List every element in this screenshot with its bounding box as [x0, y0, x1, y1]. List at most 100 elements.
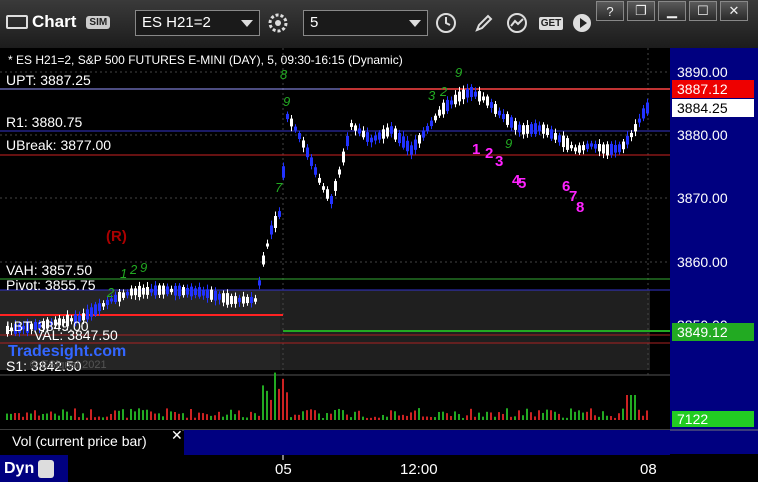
- volume-bar: [514, 416, 516, 420]
- maximize-window-button[interactable]: ☐: [689, 1, 717, 21]
- play-button[interactable]: [568, 10, 596, 36]
- volume-bar: [94, 417, 96, 420]
- volume-bar: [182, 413, 184, 420]
- link-window-button[interactable]: ?: [596, 1, 624, 21]
- volume-bar: [402, 414, 404, 420]
- volume-bar: [622, 408, 624, 420]
- volume-bar: [234, 414, 236, 420]
- candle-body: [174, 285, 177, 296]
- volume-bar: [574, 411, 576, 420]
- candle-body: [170, 288, 173, 293]
- volume-bar: [206, 414, 208, 420]
- volume-bar: [238, 410, 240, 420]
- candle-body: [614, 144, 617, 153]
- candle-body: [630, 132, 633, 138]
- candle-body: [426, 126, 429, 132]
- volume-tag-label: 7122: [677, 411, 708, 427]
- candle-body: [506, 114, 509, 125]
- candle-body: [402, 136, 405, 148]
- volume-bar: [322, 417, 324, 420]
- volume-bar: [218, 411, 220, 420]
- candle-body: [558, 135, 561, 143]
- volume-bar: [614, 417, 616, 420]
- volume-bar: [534, 416, 536, 420]
- candle-body: [262, 255, 265, 265]
- candle-body: [566, 138, 569, 150]
- volume-bar: [134, 411, 136, 420]
- volume-bar: [54, 413, 56, 420]
- volume-bar: [382, 414, 384, 420]
- symbol-selector[interactable]: ES H21=2: [135, 10, 260, 36]
- volume-bar: [506, 408, 508, 420]
- app-title: Chart SIM: [6, 12, 111, 32]
- candle-body: [194, 288, 197, 296]
- candle-body: [250, 296, 253, 304]
- volume-bar: [578, 410, 580, 420]
- candle-body: [390, 126, 393, 134]
- candle-body: [582, 145, 585, 151]
- candle-body: [210, 289, 213, 300]
- volume-bar: [554, 411, 556, 420]
- draw-tool-button[interactable]: [470, 10, 498, 36]
- volume-pane-label: Vol (current price bar): [12, 433, 147, 449]
- minimize-icon: ▁: [667, 3, 677, 18]
- count-8: 8: [576, 199, 584, 216]
- candle-body: [270, 225, 273, 235]
- candle-body: [622, 141, 625, 150]
- val-label: VAL: 3847.50: [34, 327, 118, 343]
- candle-body: [306, 147, 309, 158]
- dynamic-mode-toggle[interactable]: Dyn: [0, 455, 68, 482]
- candle-body: [522, 125, 525, 135]
- candle-body: [406, 140, 409, 152]
- volume-bar: [498, 412, 500, 420]
- studies-button[interactable]: [503, 10, 531, 36]
- volume-bar: [510, 416, 512, 420]
- volume-bar: [170, 411, 172, 420]
- candle-body: [206, 289, 209, 298]
- candle-body: [358, 128, 361, 134]
- price-chart[interactable]: * ES H21=2, S&P 500 FUTURES E-MINI (DAY)…: [0, 48, 758, 482]
- candle-body: [182, 287, 185, 296]
- candle-body: [510, 117, 513, 128]
- time-label: 08: [640, 461, 657, 478]
- volume-bar: [78, 417, 80, 420]
- volume-bar: [114, 410, 116, 420]
- candle-body: [414, 139, 417, 150]
- candle-body: [554, 133, 557, 140]
- candle-body: [266, 243, 269, 247]
- volume-bar: [210, 415, 212, 420]
- volume-bar: [26, 412, 28, 420]
- gcount-k: 9: [505, 136, 512, 151]
- volume-bar: [346, 414, 348, 420]
- price-tag-red: 3887.12: [677, 81, 728, 97]
- volume-bar: [610, 416, 612, 420]
- symbol-settings-button[interactable]: [264, 10, 292, 36]
- chart-header: * ES H21=2, S&P 500 FUTURES E-MINI (DAY)…: [8, 53, 403, 67]
- interval-selector[interactable]: 5: [303, 10, 428, 36]
- get-data-button[interactable]: GET: [536, 10, 566, 36]
- volume-bar: [342, 410, 344, 420]
- gcount-c: 7: [275, 180, 283, 195]
- time-axis[interactable]: [184, 430, 670, 455]
- volume-bar: [14, 413, 16, 420]
- volume-bar: [50, 411, 52, 420]
- restore-window-button[interactable]: ❐: [627, 1, 655, 21]
- volume-bar: [330, 413, 332, 420]
- candle-body: [378, 132, 381, 140]
- close-pane-icon[interactable]: ✕: [171, 427, 183, 443]
- volume-bar: [422, 416, 424, 420]
- candle-body: [446, 99, 449, 112]
- maximize-icon: ☐: [697, 3, 709, 18]
- time-template-button[interactable]: [432, 10, 460, 36]
- volume-bar: [230, 409, 232, 420]
- candle-body: [606, 144, 609, 156]
- minimize-window-button[interactable]: ▁: [658, 1, 686, 21]
- candle-body: [178, 285, 181, 297]
- interval-value: 5: [310, 14, 319, 31]
- volume-bar: [386, 416, 388, 420]
- volume-bar: [46, 413, 48, 420]
- close-window-button[interactable]: ✕: [720, 1, 748, 21]
- time-label: 12:00: [400, 461, 438, 478]
- vah-label: VAH: 3857.50: [6, 262, 92, 278]
- candle-body: [314, 167, 317, 175]
